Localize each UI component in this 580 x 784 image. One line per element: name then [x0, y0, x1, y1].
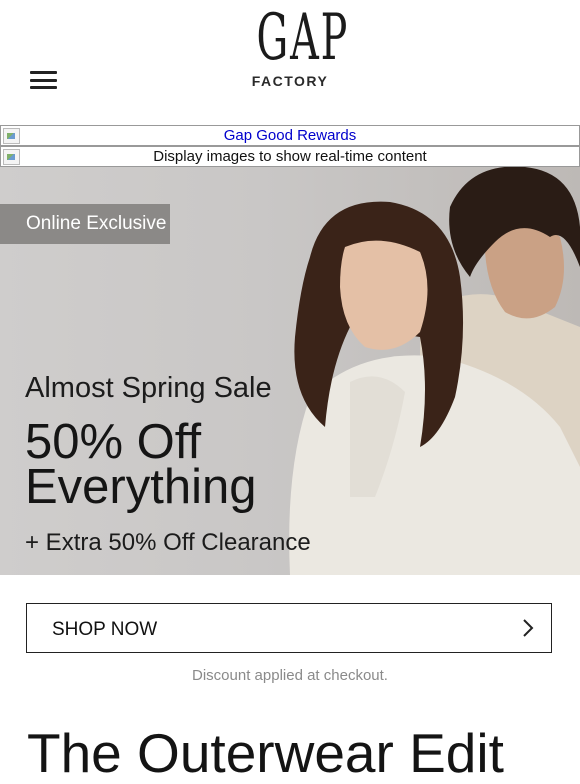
logo-factory-text: FACTORY: [251, 73, 329, 89]
display-images-text: Display images to show real-time content: [153, 148, 427, 165]
hero-models-photo: [289, 167, 580, 575]
hero-headline-line1: 50% Off: [25, 415, 202, 469]
shop-now-label: SHOP NOW: [52, 619, 158, 640]
gap-good-rewards-link[interactable]: Gap Good Rewards: [224, 127, 357, 144]
online-exclusive-badge: Online Exclusive: [0, 204, 170, 244]
display-images-row: Display images to show real-time content: [0, 146, 580, 167]
email-header: GAP FACTORY: [0, 0, 580, 125]
discount-note: Discount applied at checkout.: [192, 667, 388, 684]
section-title: The Outerwear Edit: [27, 722, 504, 784]
broken-image-icon: [3, 149, 20, 165]
gap-factory-logo[interactable]: GAP FACTORY: [236, 1, 350, 89]
hero-headline-line2: Everything: [25, 460, 257, 514]
logo-gap-text: GAP: [256, 1, 350, 75]
hero-banner[interactable]: Online Exclusive Almost Spring Sale 50% …: [0, 167, 580, 575]
rewards-image-row[interactable]: Gap Good Rewards: [0, 125, 580, 146]
broken-image-icon: [3, 128, 20, 144]
hero-subtitle: Almost Spring Sale: [25, 372, 272, 404]
hero-headline: 50% Off Everything: [25, 415, 257, 514]
hamburger-menu-icon[interactable]: [30, 71, 57, 89]
chevron-right-icon: [523, 619, 534, 637]
shop-now-button[interactable]: SHOP NOW: [26, 603, 552, 653]
hero-extra-offer: + Extra 50% Off Clearance: [25, 529, 311, 556]
